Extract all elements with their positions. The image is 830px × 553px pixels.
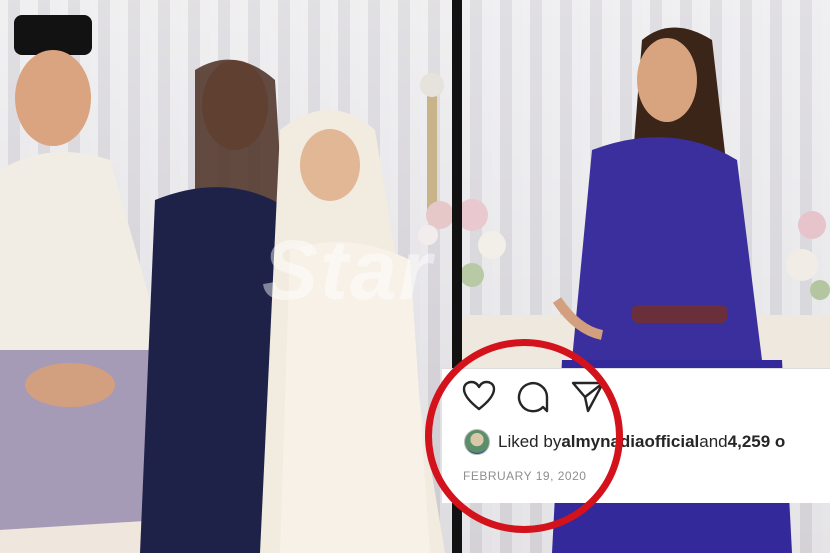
watermark-text: Star [262,223,434,317]
highlight-circle [425,339,623,533]
liked-middle: and [699,432,728,451]
likes-count-link[interactable]: 4,259 o [728,432,786,452]
